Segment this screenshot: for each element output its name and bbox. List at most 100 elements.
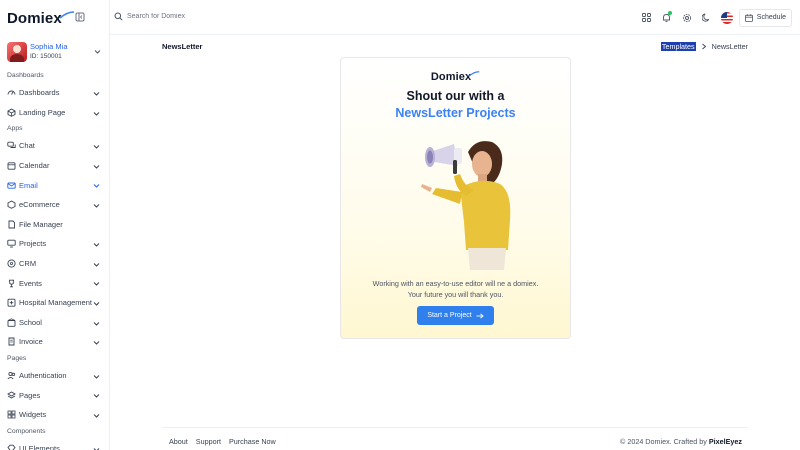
hospital-icon xyxy=(7,298,16,307)
sidebar-item-hospital-management[interactable]: Hospital Management xyxy=(0,293,109,313)
sidebar-item-events[interactable]: Events xyxy=(0,273,109,293)
card-brand-name: Domiex xyxy=(430,71,472,83)
sidebar-item-label: Pages xyxy=(19,390,41,400)
nav-section-title: Dashboards xyxy=(7,72,44,79)
copyright: © 2024 Domiex. Crafted by PixelEyez xyxy=(620,437,742,446)
sidebar: Domiex Sophia Mia ID: 150001 Dashboards D… xyxy=(0,0,110,450)
page-title: NewsLetter xyxy=(162,42,203,51)
trophy-icon xyxy=(7,279,16,288)
chevron-down-icon xyxy=(93,184,100,189)
sidebar-item-dashboards[interactable]: Dashboards xyxy=(0,83,109,103)
sidebar-nav: Dashboards Dashboards Landing Page Apps Chat… xyxy=(0,69,109,450)
apps-grid-icon[interactable] xyxy=(637,8,657,28)
schedule-button[interactable]: Schedule xyxy=(738,8,792,27)
chevron-down-icon xyxy=(93,282,100,287)
sidebar-item-authentication[interactable]: Authentication xyxy=(0,366,109,386)
search-input[interactable] xyxy=(127,13,247,20)
card-description: Working with an easy-to-use editor will … xyxy=(341,278,570,300)
cube-icon xyxy=(7,200,16,210)
user-id: ID: 150001 xyxy=(30,53,62,60)
card-logo: Domiex xyxy=(341,71,570,83)
users-icon xyxy=(7,371,16,380)
calendar-icon xyxy=(7,161,16,170)
sidebar-item-invoice[interactable]: Invoice xyxy=(0,332,109,352)
sidebar-item-landing-page[interactable]: Landing Page xyxy=(0,103,109,123)
monitor-icon xyxy=(7,239,16,248)
chevron-down-icon xyxy=(93,262,100,267)
nav-section-title: Pages xyxy=(7,354,27,362)
brand-name: Domiex xyxy=(7,9,62,27)
footer-link-support[interactable]: Support xyxy=(196,437,221,446)
footer-links: About Support Purchase Now xyxy=(169,437,284,446)
school-icon xyxy=(7,318,16,327)
steering-icon xyxy=(7,259,16,268)
footer-link-about[interactable]: About xyxy=(169,437,188,446)
sidebar-item-calendar[interactable]: Calendar xyxy=(0,156,109,176)
calendar-icon xyxy=(744,13,753,22)
start-project-button[interactable]: Start a Project xyxy=(417,306,494,325)
logo-swoosh-icon xyxy=(468,71,480,77)
chevron-down-icon xyxy=(93,302,100,306)
sidebar-item-label: Events xyxy=(19,278,42,288)
notification-dot xyxy=(667,10,672,15)
card-title: Shout our with a xyxy=(406,89,505,103)
sidebar-item-ui-elements[interactable]: UI Elements xyxy=(0,439,109,450)
sidebar-item-chat[interactable]: Chat xyxy=(0,136,109,156)
collapse-sidebar-icon[interactable] xyxy=(75,12,85,22)
us-flag-icon[interactable] xyxy=(720,11,733,24)
woman-megaphone-illustration xyxy=(421,141,511,270)
sidebar-item-email[interactable]: Email xyxy=(0,175,109,195)
user-card[interactable]: Sophia Mia ID: 150001 xyxy=(7,41,105,63)
sidebar-item-label: Email xyxy=(19,180,38,190)
chevron-down-icon xyxy=(93,321,100,326)
breadcrumb-link-templates[interactable]: Templates xyxy=(660,42,696,51)
notification-bell-icon[interactable] xyxy=(657,8,677,28)
sidebar-item-label: School xyxy=(19,317,42,327)
footer-link-purchase[interactable]: Purchase Now xyxy=(229,437,276,446)
widgets-icon xyxy=(7,410,16,419)
chevron-right-icon xyxy=(701,43,706,50)
sidebar-item-file-manager[interactable]: File Manager xyxy=(0,215,109,235)
gem-icon xyxy=(7,444,16,450)
sidebar-item-label: Authentication xyxy=(19,371,67,381)
layers-icon xyxy=(7,391,16,400)
sidebar-item-crm[interactable]: CRM xyxy=(0,254,109,274)
chevron-down-icon xyxy=(93,414,100,418)
sidebar-item-label: Projects xyxy=(19,239,47,249)
chevron-down-icon xyxy=(93,447,100,450)
sidebar-item-widgets[interactable]: Widgets xyxy=(0,405,109,425)
sidebar-item-label: CRM xyxy=(19,259,37,269)
card-description-line-1: Working with an easy-to-use editor will … xyxy=(372,279,539,288)
moon-icon[interactable] xyxy=(697,8,717,28)
sidebar-item-label: Widgets xyxy=(19,410,47,420)
sidebar-item-ecommerce[interactable]: eCommerce xyxy=(0,195,109,215)
sidebar-item-label: Invoice xyxy=(19,337,43,347)
start-project-label: Start a Project xyxy=(427,312,472,319)
copyright-text: © 2024 Domiex. Crafted by xyxy=(620,437,707,446)
chat-icon xyxy=(7,141,16,150)
sidebar-item-label: Chat xyxy=(19,141,35,151)
avatar xyxy=(7,42,27,62)
footer: About Support Purchase Now © 2024 Domiex… xyxy=(162,427,748,450)
logo-swoosh-icon xyxy=(59,11,74,19)
breadcrumb-current: NewsLetter xyxy=(711,42,748,51)
chevron-down-icon xyxy=(93,164,100,169)
topbar: Schedule xyxy=(110,0,800,35)
megaphone-icon xyxy=(425,144,462,174)
file-icon xyxy=(7,220,16,229)
nav-section-title: Apps xyxy=(7,125,23,133)
sidebar-item-school[interactable]: School xyxy=(0,313,109,333)
sidebar-item-projects[interactable]: Projects xyxy=(0,234,109,254)
sidebar-item-label: Dashboards xyxy=(19,88,60,98)
box-icon xyxy=(7,108,16,117)
brand-logo[interactable]: Domiex xyxy=(7,9,75,27)
chevron-down-icon xyxy=(93,204,100,208)
breadcrumb: Templates NewsLetter xyxy=(660,42,748,51)
user-name: Sophia Mia xyxy=(30,42,68,51)
settings-gear-icon[interactable] xyxy=(677,8,697,28)
sidebar-item-label: UI Elements xyxy=(19,443,60,450)
nav-section-title: Components xyxy=(7,427,46,435)
sidebar-item-label: Calendar xyxy=(19,161,50,171)
copyright-brand[interactable]: PixelEyez xyxy=(709,437,742,446)
sidebar-item-pages[interactable]: Pages xyxy=(0,385,109,405)
